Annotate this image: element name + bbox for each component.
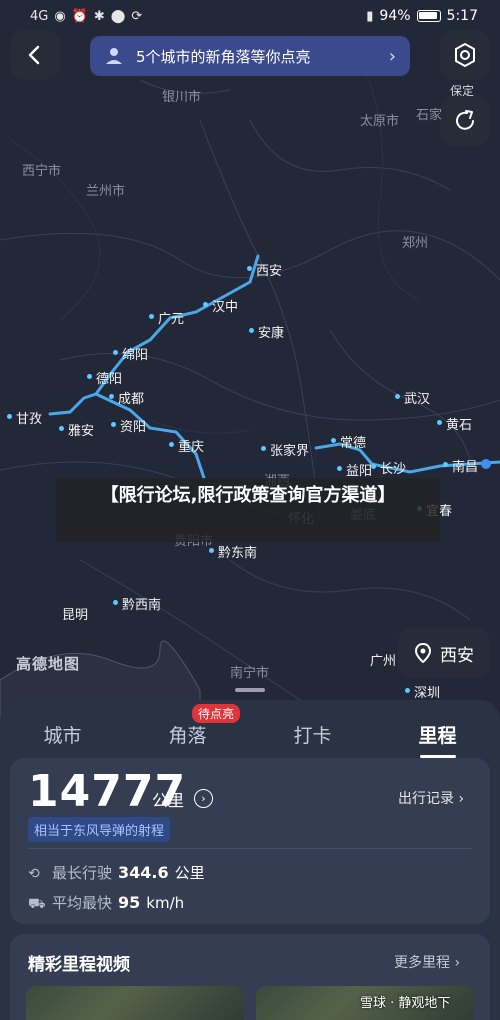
longest-label: 最长行驶 [52, 864, 113, 882]
total-mileage-unit: 公里 [152, 791, 185, 810]
alarm-icon: ⏰ [71, 8, 88, 24]
city-shenzhen[interactable]: 深圳 [404, 682, 440, 701]
longest-value: 344.6 [118, 863, 169, 882]
unlock-banner[interactable]: 5个城市的新角落等你点亮 › [90, 36, 410, 76]
city-yinchuan: 银川市 [162, 90, 202, 105]
fastest-value: 95 [118, 893, 141, 912]
city-chengdu[interactable]: 成都 [108, 388, 144, 407]
city-yaan[interactable]: 雅安 [58, 420, 94, 439]
battery-icon [416, 10, 441, 22]
bluetooth-icon: ✱ [93, 8, 105, 24]
settings-button[interactable] [440, 30, 490, 80]
pin-icon [414, 643, 432, 663]
longest-unit: 公里 [174, 864, 205, 882]
info-icon[interactable]: › [194, 789, 213, 808]
city-huangshi[interactable]: 黄石 [436, 414, 472, 433]
tab-mileage[interactable]: 里程 [375, 721, 500, 758]
city-yiyang[interactable]: 益阳 [336, 460, 372, 479]
city-zhangjiajie[interactable]: 张家界 [260, 440, 309, 459]
comparison-tag: 相当于东风导弹的射程 [28, 817, 171, 842]
fastest-unit: km/h [146, 894, 185, 912]
status-left: 4G ◉ ⏰ ✱ ⬤ ⟳ [30, 9, 142, 24]
city-zhengzhou: 郑州 [402, 236, 429, 251]
city-changsha[interactable]: 长沙 [370, 458, 406, 477]
banner-text: 5个城市的新角落等你点亮 [136, 47, 311, 66]
city-mianyang[interactable]: 绵阳 [112, 344, 148, 363]
city-chongqing[interactable]: 重庆 [168, 436, 204, 455]
location-button[interactable]: 西安 [398, 628, 490, 678]
longest-drive-row: ⟲ 最长行驶 344.6 公里 [28, 862, 205, 883]
video-thumbnail[interactable] [26, 986, 244, 1020]
city-nanning: 南宁市 [230, 666, 270, 681]
more-mileage-link[interactable]: 更多里程 › [394, 952, 460, 972]
tab-checkin[interactable]: 打卡 [250, 721, 375, 748]
city-qiandongnan[interactable]: 黔东南 [208, 542, 257, 561]
sync-icon: ⟳ [131, 8, 143, 24]
city-lanzhou: 兰州市 [86, 184, 126, 199]
map-brand-logo: 高德地图 [16, 655, 81, 673]
explorer-icon [106, 48, 122, 64]
signal-icon: ▮ [366, 8, 374, 24]
city-hanzhong[interactable]: 汉中 [202, 296, 238, 315]
trip-record-link[interactable]: 出行记录 › [398, 788, 464, 808]
status-bar: 4G ◉ ⏰ ✱ ⬤ ⟳ ▮ 94% 5:17 [0, 0, 500, 32]
city-wuhan[interactable]: 武汉 [394, 388, 430, 407]
fastest-label: 平均最快 [52, 894, 113, 912]
city-nanchang[interactable]: 南昌 [442, 456, 478, 475]
videos-title: 精彩里程视频 [28, 955, 130, 975]
tab-corners[interactable]: 角落 [125, 721, 250, 748]
city-ankang[interactable]: 安康 [248, 322, 284, 341]
chevron-right-icon: › [388, 45, 396, 67]
fastest-speed-row: ⛟ 平均最快 95 km/h [28, 892, 184, 914]
battery-percent: 94% [379, 8, 411, 24]
route-icon: ⟲ [28, 866, 40, 882]
corners-badge: 待点亮 [192, 704, 241, 723]
back-button[interactable] [10, 30, 60, 80]
tab-bar: 城市 角落 打卡 里程 [0, 712, 500, 758]
city-deyang[interactable]: 德阳 [86, 368, 122, 387]
back-icon [28, 45, 40, 65]
city-qianxinan[interactable]: 黔西南 [112, 594, 161, 613]
wifi-icon: ◉ [54, 8, 66, 24]
city-ziyang[interactable]: 资阳 [110, 416, 146, 435]
map-view[interactable]: 4G ◉ ⏰ ✱ ⬤ ⟳ ▮ 94% 5:17 5个城市的新角落等你点亮 › 保… [0, 0, 500, 720]
sheet-drag-handle[interactable] [235, 688, 265, 692]
share-button[interactable] [440, 96, 490, 146]
network-indicator: 4G [30, 8, 49, 24]
city-kunming[interactable]: 昆明 [62, 604, 88, 623]
city-guangyuan[interactable]: 广元 [148, 308, 184, 327]
status-right: ▮ 94% 5:17 [366, 8, 478, 24]
city-shijiazhuang: 石家 [416, 108, 443, 123]
city-guangzhou[interactable]: 广州 [370, 650, 396, 669]
location-button-label: 西安 [440, 645, 474, 666]
overlay-title: 【限行论坛,限行政策查询官方渠道】 [56, 478, 440, 542]
city-changde[interactable]: 常德 [330, 432, 366, 451]
city-xining: 西宁市 [22, 164, 62, 179]
share-icon [456, 110, 474, 130]
city-taiyuan: 太原市 [360, 114, 400, 129]
city-ganzi[interactable]: 甘孜 [6, 408, 42, 427]
clock: 5:17 [446, 8, 478, 24]
location-icon: ⬤ [110, 8, 126, 24]
card-divider [28, 848, 472, 849]
settings-icon [455, 42, 475, 68]
city-xian[interactable]: 西安 [246, 260, 282, 279]
current-location-dot [481, 459, 491, 469]
watermark-credit: 雪球 · 静观地下 [360, 996, 451, 1011]
tab-cities[interactable]: 城市 [0, 721, 125, 748]
car-icon: ⛟ [28, 896, 46, 912]
